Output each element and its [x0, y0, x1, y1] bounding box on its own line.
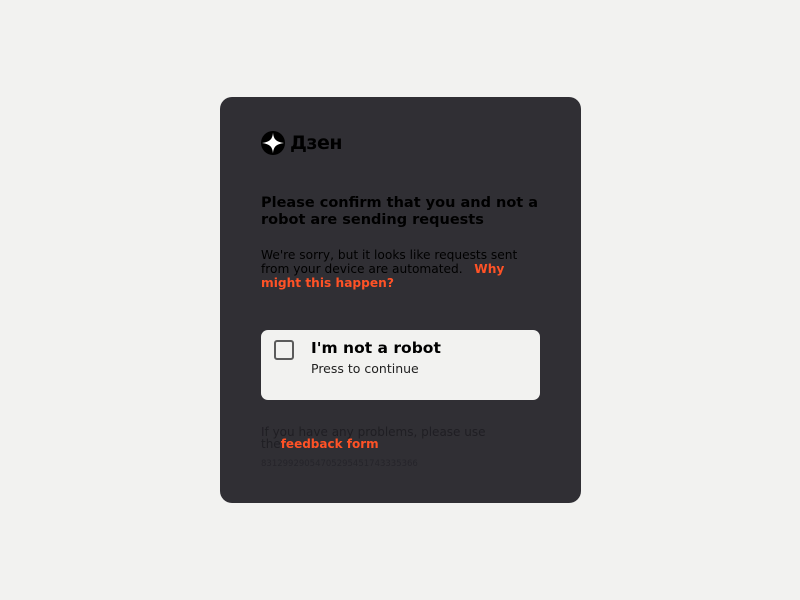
robot-checkbox[interactable]: [274, 340, 294, 360]
captcha-card: Дзен Please confirm that you and not a r…: [220, 97, 581, 503]
captcha-checkbox-area[interactable]: I'm not a robot Press to continue: [261, 330, 540, 400]
dzen-star-icon: [260, 131, 286, 155]
logo-text: Дзен: [290, 132, 342, 154]
captcha-sublabel: Press to continue: [311, 361, 419, 376]
captcha-label: I'm not a robot: [311, 339, 441, 357]
description: We're sorry, but it looks like requests …: [261, 248, 546, 290]
feedback-form-link[interactable]: feedback form: [281, 437, 379, 451]
request-id: 83129929054705295451743335366: [261, 459, 418, 469]
dzen-logo: Дзен: [260, 131, 342, 155]
help-text: If you have any problems, please use the…: [261, 426, 521, 450]
page-title: Please confirm that you and not a robot …: [261, 195, 539, 228]
